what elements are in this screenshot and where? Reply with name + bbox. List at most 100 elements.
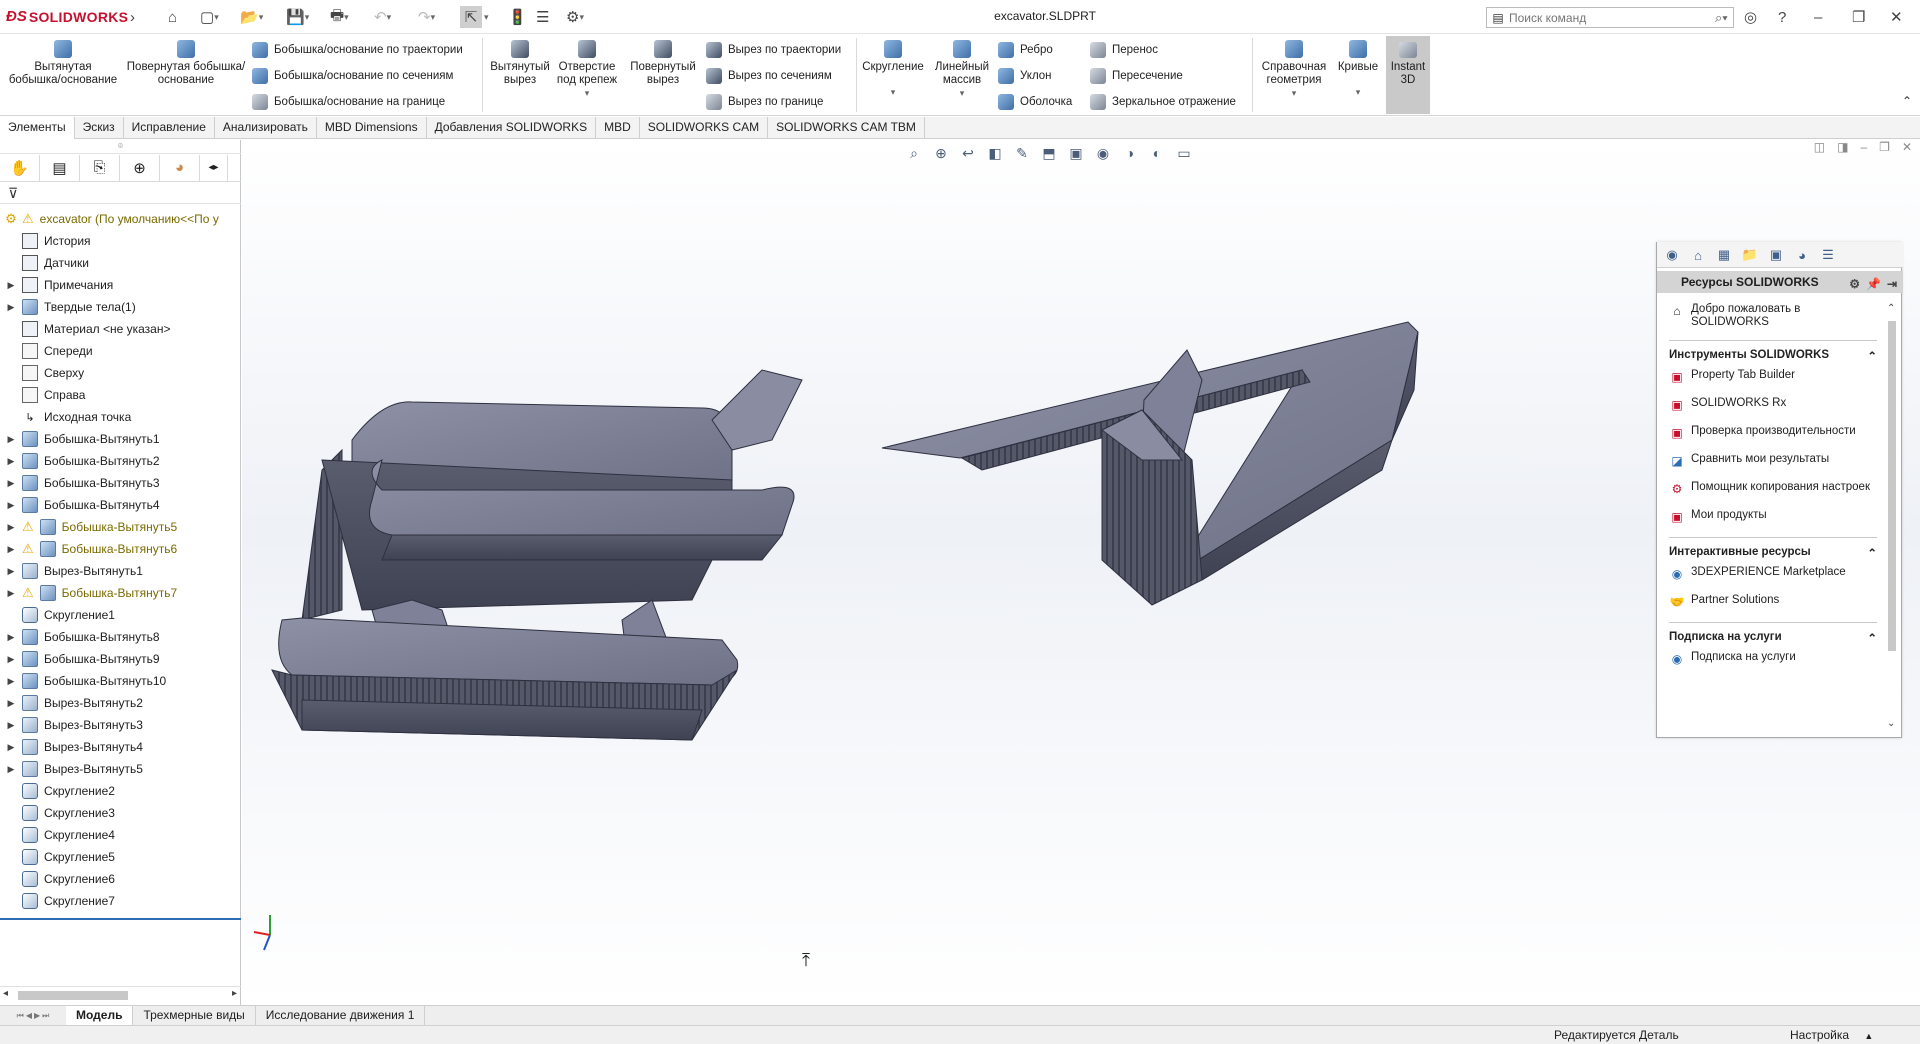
file-explorer-tab-icon[interactable]: 📁 xyxy=(1739,245,1761,265)
last-tab-icon[interactable]: ⏭ xyxy=(42,1011,49,1021)
tree-item[interactable]: Скругление6 xyxy=(0,868,241,890)
subscription-section-header[interactable]: Подписка на услуги ⌃ xyxy=(1669,622,1877,651)
welcome-link[interactable]: ⌂ Добро пожаловать в SOLIDWORKS xyxy=(1669,303,1877,328)
collapse-section-icon[interactable]: ⌃ xyxy=(1867,631,1877,645)
prev-tab-icon[interactable]: ◀ xyxy=(26,1011,32,1020)
lofted-cut-button[interactable]: Вырез по сечениям xyxy=(706,68,832,84)
tool-link-performance-benchmark[interactable]: ▣ Проверка производительности xyxy=(1669,425,1877,441)
expand-arrow-icon[interactable]: ▶ xyxy=(0,566,22,577)
online-link-partner-solutions[interactable]: 🤝 Partner Solutions xyxy=(1669,594,1877,610)
tree-item[interactable]: ▶ Бобышка-Вытянуть4 xyxy=(0,494,241,516)
scroll-up-icon[interactable]: ⌃ xyxy=(1887,303,1895,314)
tool-link-copy-settings-wizard[interactable]: ⚙ Помощник копирования настроек xyxy=(1669,481,1877,497)
expand-arrow-icon[interactable]: ▶ xyxy=(0,588,22,599)
minimize-icon[interactable]: – xyxy=(1814,6,1822,28)
scroll-down-icon[interactable]: ⌄ xyxy=(1887,718,1895,729)
hole-wizard-button[interactable]: Отверстие под крепеж ▾ xyxy=(552,38,622,100)
tab-cam-tbm[interactable]: SOLIDWORKS CAM TBM xyxy=(768,117,925,139)
instant3d-button[interactable]: Instant 3D xyxy=(1386,36,1430,114)
expand-arrow-icon[interactable]: ▶ xyxy=(0,302,22,313)
unit-system-dropdown-icon[interactable]: ▲ xyxy=(1864,1031,1873,1041)
tree-item[interactable]: ▶ Вырез-Вытянуть4 xyxy=(0,736,241,758)
extruded-cut-button[interactable]: Вытянутый вырез xyxy=(486,38,554,87)
expand-arrow-icon[interactable]: ▶ xyxy=(0,478,22,489)
subscription-link[interactable]: ◉ Подписка на услуги xyxy=(1669,651,1877,667)
expand-arrow-icon[interactable]: ▶ xyxy=(0,632,22,643)
boundary-boss-button[interactable]: Бобышка/основание на границе xyxy=(252,94,445,110)
expand-arrow-icon[interactable]: ▶ xyxy=(0,720,22,731)
lofted-boss-button[interactable]: Бобышка/основание по сечениям xyxy=(252,68,453,84)
next-tab-icon[interactable]: ▶ xyxy=(34,1011,40,1020)
collapse-section-icon[interactable]: ⌃ xyxy=(1867,349,1877,363)
scroll-thumb[interactable] xyxy=(1888,321,1896,651)
panel-grip[interactable]: ⌾ xyxy=(0,140,241,154)
design-library-tab-icon[interactable]: ▦ xyxy=(1713,245,1735,265)
tree-item[interactable]: Спереди xyxy=(0,340,241,362)
tree-item[interactable]: ▶ Вырез-Вытянуть5 xyxy=(0,758,241,780)
tree-item[interactable]: ▶ Бобышка-Вытянуть9 xyxy=(0,648,241,670)
tree-item[interactable]: Скругление2 xyxy=(0,780,241,802)
pin-icon[interactable]: 📌 xyxy=(1866,273,1881,295)
tree-item[interactable]: ▶ ⚠ Бобышка-Вытянуть7 xyxy=(0,582,241,604)
tree-item[interactable]: Сверху xyxy=(0,362,241,384)
restore-icon[interactable]: ❐ xyxy=(1852,6,1865,28)
tree-item[interactable]: Скругление5 xyxy=(0,846,241,868)
feature-manager-tab-icon[interactable]: ✋ xyxy=(0,154,40,181)
tree-item[interactable]: Скругление3 xyxy=(0,802,241,824)
tree-item[interactable]: ▶ Вырез-Вытянуть1 xyxy=(0,560,241,582)
tab-navigation[interactable]: ⏮ ◀ ▶ ⏭ xyxy=(0,1006,66,1026)
rib-button[interactable]: Ребро xyxy=(998,42,1053,58)
expand-arrow-icon[interactable]: ▶ xyxy=(0,742,22,753)
command-search[interactable]: ▤ ⌕▾ xyxy=(1486,7,1734,28)
tab-evaluate-fix[interactable]: Исправление xyxy=(124,117,215,139)
tree-item[interactable]: ▶ ⚠ Бобышка-Вытянуть6 xyxy=(0,538,241,560)
view-palette-tab-icon[interactable]: ▣ xyxy=(1765,245,1787,265)
tree-item[interactable]: Скругление7 xyxy=(0,890,241,912)
dimxpert-tab-icon[interactable]: ⊕ xyxy=(120,154,160,181)
tab-evaluate[interactable]: Анализировать xyxy=(215,117,317,139)
tool-link-compare-results[interactable]: ◪ Сравнить мои результаты xyxy=(1669,453,1877,469)
scroll-right-icon[interactable]: ▸ xyxy=(232,988,237,999)
panel-tabs-scroll-icon[interactable]: ◂▸ xyxy=(200,154,228,181)
tool-link-my-products[interactable]: ▣ Мои продукты xyxy=(1669,509,1877,525)
tab-3d-views[interactable]: Трехмерные виды xyxy=(133,1005,256,1026)
task-pane-scrollbar[interactable]: ⌃ ⌄ xyxy=(1885,303,1899,729)
rollback-bar[interactable] xyxy=(0,918,241,920)
tree-horizontal-scrollbar[interactable]: ◂ ▸ xyxy=(0,986,241,1003)
first-tab-icon[interactable]: ⏮ xyxy=(17,1011,24,1021)
extruded-boss-button[interactable]: Вытянутая бобышка/основание xyxy=(8,38,118,87)
expand-arrow-icon[interactable]: ▶ xyxy=(0,522,22,533)
tab-motion-study[interactable]: Исследование движения 1 xyxy=(256,1005,426,1026)
swept-boss-button[interactable]: Бобышка/основание по траектории xyxy=(252,42,463,58)
tab-mbd-dimensions[interactable]: MBD Dimensions xyxy=(317,117,427,139)
display-manager-tab-icon[interactable]: ◕ xyxy=(160,154,200,181)
expand-arrow-icon[interactable]: ▶ xyxy=(0,676,22,687)
tree-item[interactable]: ▶ Вырез-Вытянуть3 xyxy=(0,714,241,736)
expand-arrow-icon[interactable]: ▶ xyxy=(0,500,22,511)
linear-pattern-button[interactable]: Линейный массив ▾ xyxy=(930,38,994,100)
shell-button[interactable]: Оболочка xyxy=(998,94,1072,110)
expand-arrow-icon[interactable]: ▶ xyxy=(0,544,22,555)
reference-geometry-dropdown-icon[interactable]: ▾ xyxy=(1256,87,1332,100)
expand-arrow-icon[interactable]: ▶ xyxy=(0,456,22,467)
scroll-thumb[interactable] xyxy=(18,991,128,1000)
mirror-button[interactable]: Зеркальное отражение xyxy=(1090,94,1236,110)
home-tab-icon[interactable]: ⌂ xyxy=(1687,245,1709,265)
draft-button[interactable]: Уклон xyxy=(998,68,1052,84)
linear-pattern-dropdown-icon[interactable]: ▾ xyxy=(930,87,994,100)
tab-model[interactable]: Модель xyxy=(66,1005,134,1026)
hole-wizard-dropdown-icon[interactable]: ▾ xyxy=(552,87,622,100)
tree-root[interactable]: ⚙ ⚠ excavator (По умолчанию<<По у xyxy=(0,208,241,230)
fillet-dropdown-icon[interactable]: ▾ xyxy=(858,86,928,99)
search-icon[interactable]: ⌕▾ xyxy=(1715,10,1733,26)
tab-mbd[interactable]: MBD xyxy=(596,117,640,139)
tree-item[interactable]: Скругление1 xyxy=(0,604,241,626)
tools-section-header[interactable]: Инструменты SOLIDWORKS ⌃ xyxy=(1669,340,1877,369)
tree-item[interactable]: ▶ ⚠ Бобышка-Вытянуть5 xyxy=(0,516,241,538)
online-section-header[interactable]: Интерактивные ресурсы ⌃ xyxy=(1669,537,1877,566)
search-input[interactable] xyxy=(1509,10,1715,25)
expand-arrow-icon[interactable]: ▶ xyxy=(0,764,22,775)
task-pane-options-icon[interactable]: ⚙ xyxy=(1849,273,1860,295)
tree-item[interactable]: ↳ Исходная точка xyxy=(0,406,241,428)
tree-item[interactable]: ▶ Бобышка-Вытянуть1 xyxy=(0,428,241,450)
